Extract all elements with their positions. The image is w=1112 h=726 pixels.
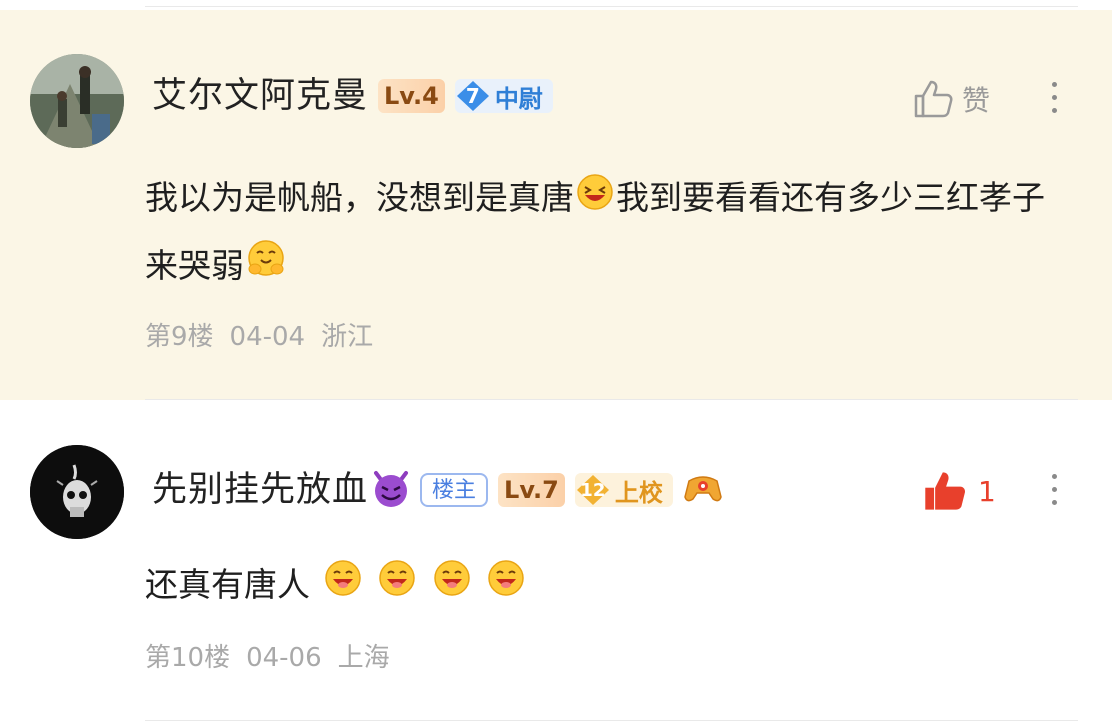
thumbs-up-outline-icon <box>914 80 953 118</box>
diamond-icon: 12 <box>575 473 611 507</box>
devil-emoji-icon <box>370 467 412 513</box>
grin-emoji-icon <box>486 554 526 620</box>
username[interactable]: 艾尔文阿克曼 <box>152 74 368 118</box>
hug-emoji-icon <box>246 234 286 300</box>
comment-item: 艾尔文阿克曼 Lv.4 7 中尉 赞 我以为是帆船，没想到是真唐 我到要看看还有多… <box>0 10 1112 400</box>
rank-title: 中尉 <box>494 84 543 113</box>
rank-badge: 7 中尉 <box>454 79 553 113</box>
divider <box>145 6 1078 7</box>
grin-emoji-icon <box>432 554 472 620</box>
floor-number: 第9楼 <box>145 322 214 352</box>
floor-number: 第10楼 <box>145 643 231 673</box>
thumbs-up-filled-icon <box>925 472 965 510</box>
comment-text: 我以为是帆船，没想到是真唐 我到要看看还有多少三红孝子来哭弱 <box>145 165 1075 300</box>
rank-badge: 12 上校 <box>574 473 673 507</box>
avatar[interactable] <box>30 54 124 148</box>
comment-location: 浙江 <box>321 322 374 352</box>
avatar[interactable] <box>30 445 124 539</box>
divider <box>145 720 1078 721</box>
like-button[interactable]: 赞 <box>912 78 990 120</box>
owner-badge: 楼主 <box>420 473 489 507</box>
grin-emoji-icon <box>576 167 614 233</box>
more-vertical-icon <box>1051 474 1057 479</box>
comment-date: 04-04 <box>229 322 306 352</box>
more-options-button[interactable] <box>1048 474 1060 514</box>
diamond-icon: 7 <box>455 79 491 113</box>
like-label: 赞 <box>962 84 991 117</box>
rank-number: 7 <box>465 84 480 108</box>
grin-emoji-icon <box>377 554 417 620</box>
comment-meta: 第9楼 04-04 浙江 <box>145 316 389 353</box>
comment-location: 上海 <box>337 643 390 673</box>
user-info-row: 艾尔文阿克曼 Lv.4 7 中尉 <box>152 74 553 118</box>
rank-number: 12 <box>580 479 606 501</box>
user-info-row: 先别挂先放血 楼主 Lv.7 12 上校 <box>152 468 723 512</box>
level-badge: Lv.7 <box>498 473 565 507</box>
comment-item: 先别挂先放血 楼主 Lv.7 12 上校 1 还真有唐人 第10楼 04-06 … <box>0 400 1112 720</box>
rank-title: 上校 <box>614 478 663 507</box>
like-button[interactable]: 1 <box>922 468 996 514</box>
gamepad-icon <box>683 471 723 509</box>
comment-date: 04-06 <box>246 643 322 673</box>
like-count: 1 <box>978 474 996 508</box>
username[interactable]: 先别挂先放血 <box>152 468 368 512</box>
comment-text: 还真有唐人 <box>145 552 1075 620</box>
more-vertical-icon <box>1051 82 1057 87</box>
comment-text-part: 我以为是帆船，没想到是真唐 <box>145 178 574 217</box>
comment-list: 艾尔文阿克曼 Lv.4 7 中尉 赞 我以为是帆船，没想到是真唐 我到要看看还有多… <box>0 0 1112 726</box>
comment-text-part: 还真有唐人 <box>145 565 310 604</box>
more-options-button[interactable] <box>1048 82 1060 122</box>
level-badge: Lv.4 <box>378 79 445 113</box>
comment-meta: 第10楼 04-06 上海 <box>145 637 406 674</box>
grin-emoji-icon <box>323 554 363 620</box>
